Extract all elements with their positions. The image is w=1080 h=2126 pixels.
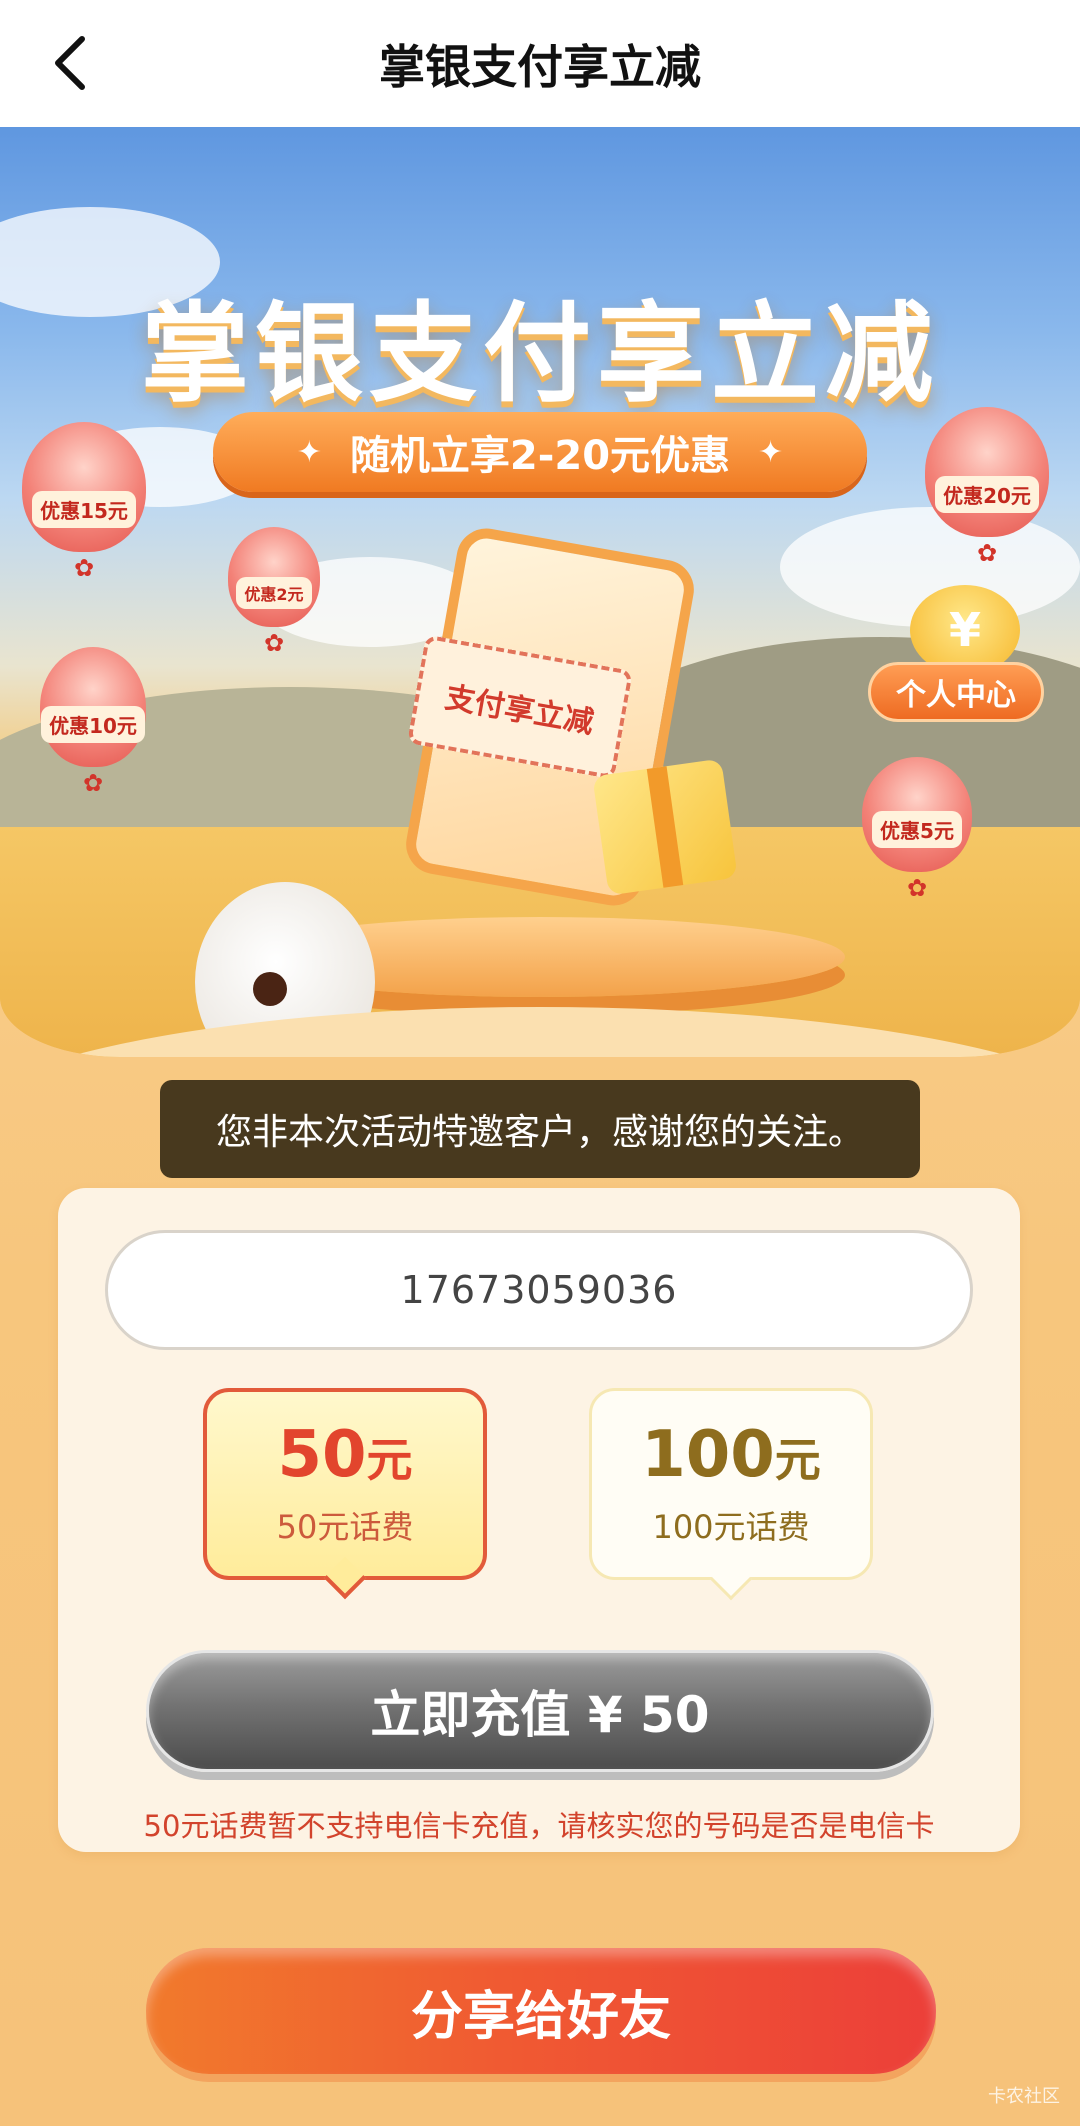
option-price: 100元 [641,1417,821,1492]
gift-box-icon [592,758,738,896]
watermark: 卡农社区 [988,2086,1060,2107]
promo-pill: ✦ 随机立享2-20元优惠 ✦ [213,412,867,492]
option-pointer [709,1557,753,1601]
knot-icon: ✿ [82,769,104,797]
hero-title: 掌银支付享立减 [140,292,939,417]
balloon-label: 优惠5元 [872,811,962,848]
top-navbar: 掌银支付享立减 [0,0,1080,127]
balloon-label: 优惠20元 [935,476,1039,513]
chevron-left-icon [55,36,85,90]
share-to-friends-button[interactable]: 分享给好友 [146,1948,936,2074]
balloon-2-icon: 优惠2元 ✿ [228,527,320,657]
page-title: 掌银支付享立减 [379,39,701,94]
back-button[interactable] [40,30,100,96]
balloon-label: 优惠2元 [236,577,312,609]
mascot-eye [253,972,287,1006]
recharge-card: 50元 50元话费 100元 100元话费 立即充值 ¥ 50 50元话费暂不支… [58,1188,1020,1852]
option-subtitle: 50元话费 [276,1508,414,1547]
knot-icon: ✿ [263,629,285,657]
phone-number-input[interactable] [105,1230,973,1350]
balloon-label: 优惠15元 [32,491,136,528]
option-50-yuan[interactable]: 50元 50元话费 [203,1388,487,1600]
option-price: 50元 [277,1417,413,1492]
option-100-yuan[interactable]: 100元 100元话费 [589,1388,873,1601]
promo-text: 随机立享2-20元优惠 [349,433,731,479]
hero-banner: 掌银支付享立减 ✦ 随机立享2-20元优惠 ✦ 优惠15元 ✿ 优惠2元 ✿ 优… [0,127,1080,1057]
recharge-now-button[interactable]: 立即充值 ¥ 50 [146,1650,934,1772]
knot-icon: ✿ [906,874,928,902]
sparkle-icon: ✦ [296,434,322,470]
balloon-15-icon: 优惠15元 ✿ [22,422,146,582]
telecom-notice: 50元话费暂不支持电信卡充值，请核实您的号码是否是电信卡 [143,1809,935,1843]
balloon-5-icon: 优惠5元 ✿ [862,757,972,902]
balloon-label: 优惠10元 [41,706,145,743]
knot-icon: ✿ [73,554,95,582]
balloon-20-icon: 优惠20元 ✿ [925,407,1049,567]
option-subtitle: 100元话费 [652,1508,810,1547]
toast-message: 您非本次活动特邀客户，感谢您的关注。 [160,1080,920,1178]
option-pointer [323,1556,367,1600]
balloon-10-icon: 优惠10元 ✿ [40,647,146,797]
knot-icon: ✿ [976,539,998,567]
sparkle-icon: ✦ [758,434,784,470]
personal-center-button[interactable]: 个人中心 [868,662,1044,722]
